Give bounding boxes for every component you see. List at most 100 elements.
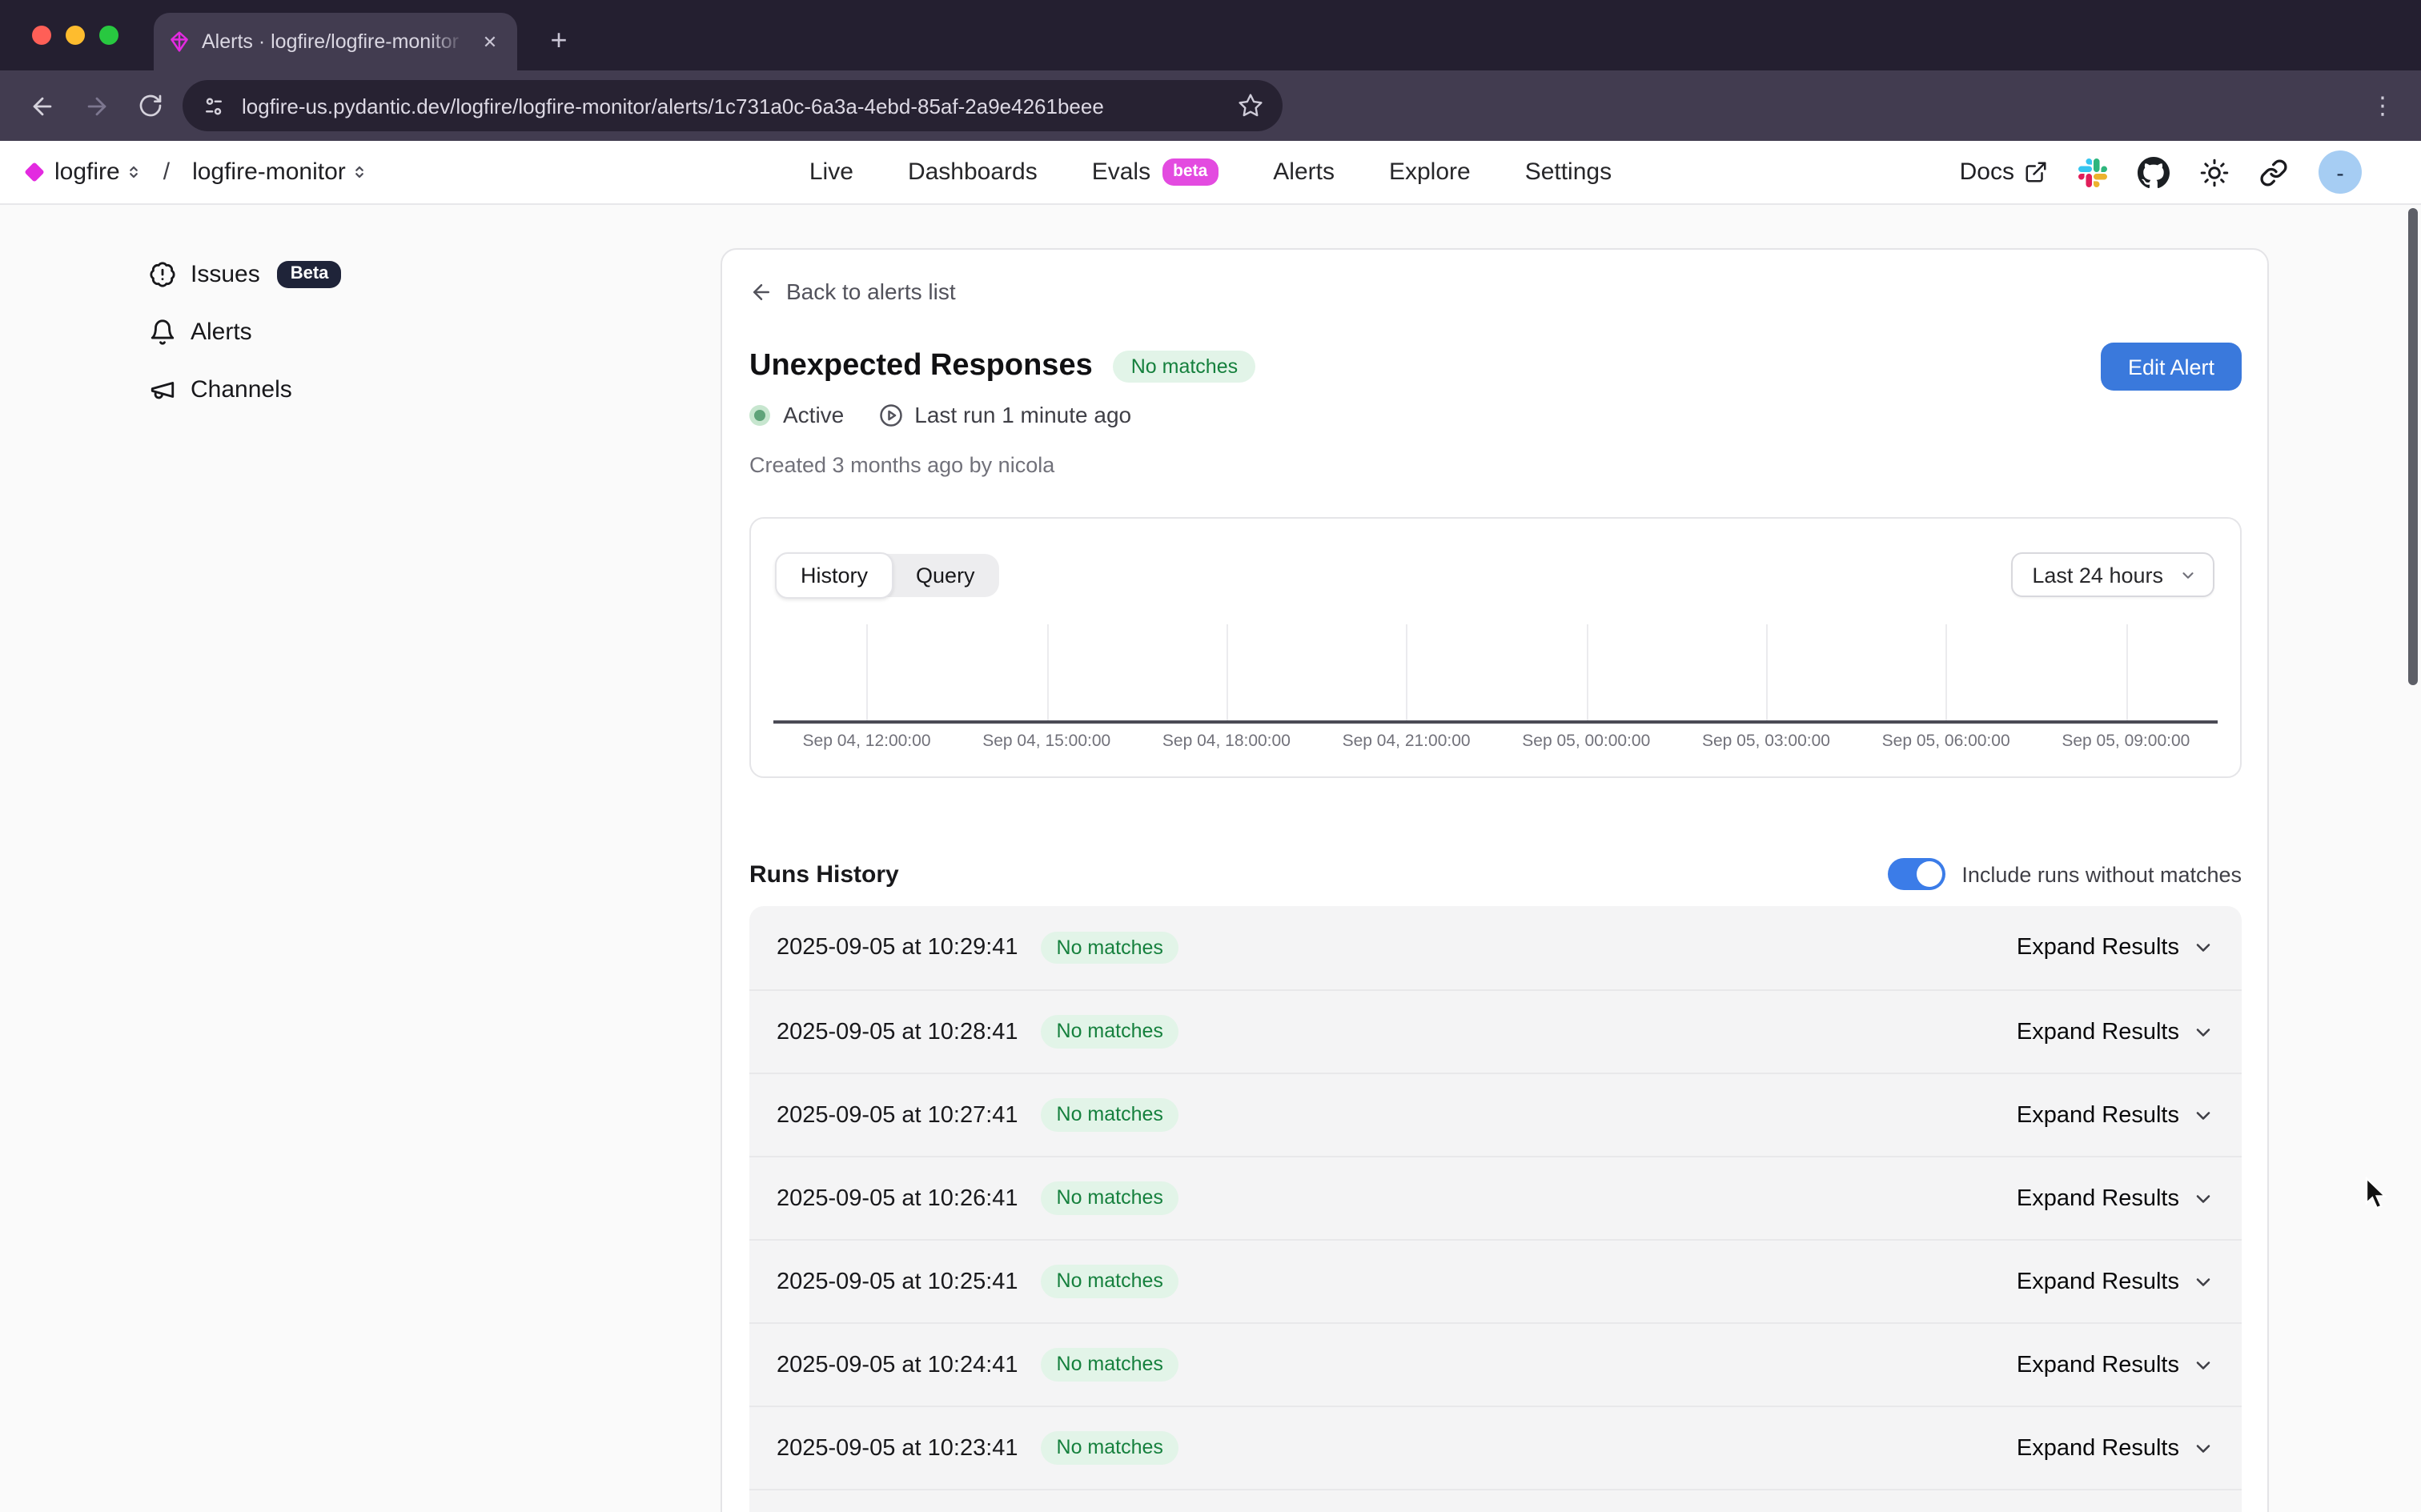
active-label: Active: [783, 402, 844, 427]
alert-title-row: Unexpected Responses No matches: [749, 349, 1255, 384]
run-status-badge: No matches: [1041, 1099, 1179, 1132]
evals-beta-badge: beta: [1162, 159, 1219, 186]
created-by-text: Created 3 months ago by nicola: [749, 453, 1054, 477]
forward-button[interactable]: [74, 83, 118, 128]
bell-icon: [149, 318, 176, 345]
time-range-value: Last 24 hours: [2032, 563, 2163, 587]
back-button[interactable]: [19, 83, 64, 128]
sidebar-item-alerts[interactable]: Alerts: [149, 312, 341, 351]
chevrons-up-down-icon: [352, 163, 367, 181]
org-selector[interactable]: logfire: [54, 158, 141, 186]
back-arrow-icon: [28, 92, 55, 119]
include-runs-toggle[interactable]: [1888, 858, 1945, 890]
run-row: 2025-09-05 at 10:26:41 No matches Expand…: [749, 1156, 2242, 1239]
expand-results-button[interactable]: Expand Results: [2017, 1269, 2214, 1294]
megaphone-icon: [149, 375, 176, 403]
docs-link[interactable]: Docs: [1960, 158, 2048, 186]
run-row: 2025-09-05 at 10:28:41 No matches Expand…: [749, 989, 2242, 1073]
expand-results-button[interactable]: Expand Results: [2017, 1185, 2214, 1211]
run-timestamp: 2025-09-05 at 10:26:41: [777, 1185, 1018, 1211]
nav-item-settings[interactable]: Settings: [1525, 158, 1612, 186]
nav-item-dashboards[interactable]: Dashboards: [908, 158, 1038, 186]
chart-plot-area: [773, 624, 2218, 720]
toggle-label: Include runs without matches: [1961, 862, 2242, 886]
runs-history-title: Runs History: [749, 860, 899, 888]
chart-x-tick-label: Sep 04, 12:00:00: [803, 732, 931, 751]
time-range-select[interactable]: Last 24 hours: [2011, 552, 2214, 597]
nav-item-alerts[interactable]: Alerts: [1273, 158, 1335, 186]
sidebar-item-issues[interactable]: Issues Beta: [149, 255, 341, 293]
org-name: logfire: [54, 158, 120, 186]
close-window-button[interactable]: [32, 26, 51, 45]
tab-title: Alerts · logfire/logfire-monitor: [202, 30, 466, 53]
run-status-badge: No matches: [1041, 1432, 1179, 1465]
external-link-icon: [2024, 160, 2048, 184]
tab-close-icon[interactable]: ✕: [477, 29, 503, 54]
chevron-down-icon: [2192, 1437, 2214, 1459]
user-avatar[interactable]: -: [2319, 150, 2362, 194]
expand-results-button[interactable]: Expand Results: [2017, 1102, 2214, 1128]
chart-gridline: [867, 624, 869, 720]
chart-x-axis-labels: Sep 04, 12:00:00Sep 04, 15:00:00Sep 04, …: [773, 732, 2218, 754]
url-text[interactable]: logfire-us.pydantic.dev/logfire/logfire-…: [242, 94, 1222, 118]
expand-results-button[interactable]: Expand Results: [2017, 935, 2214, 961]
browser-tab[interactable]: Alerts · logfire/logfire-monitor ✕: [154, 13, 517, 70]
chart-x-axis: [773, 720, 2218, 724]
browser-menu-icon[interactable]: ⋮: [2363, 91, 2402, 120]
site-settings-icon[interactable]: [202, 94, 226, 118]
run-timestamp: 2025-09-05 at 10:25:41: [777, 1269, 1018, 1294]
slack-icon[interactable]: [2078, 158, 2107, 186]
history-query-tabs: History Query: [777, 554, 999, 597]
nav-item-explore[interactable]: Explore: [1389, 158, 1471, 186]
project-selector[interactable]: logfire-monitor: [192, 158, 367, 186]
tab-query[interactable]: Query: [892, 554, 999, 597]
chart-gridline: [1946, 624, 1948, 720]
alert-status-row: Active Last run 1 minute ago: [749, 402, 1131, 427]
sidebar: Issues Beta Alerts Channels: [149, 255, 341, 408]
run-timestamp: 2025-09-05 at 10:27:41: [777, 1102, 1018, 1128]
nav-item-live[interactable]: Live: [809, 158, 853, 186]
edit-alert-button[interactable]: Edit Alert: [2101, 343, 2242, 391]
nav-item-label: Dashboards: [908, 158, 1038, 186]
bookmark-star-icon[interactable]: [1238, 93, 1263, 118]
page-title: Unexpected Responses: [749, 349, 1093, 384]
chart-x-tick-label: Sep 05, 00:00:00: [1522, 732, 1650, 751]
run-row: 2025-09-05 at 10:29:41 No matches Expand…: [749, 906, 2242, 989]
expand-results-label: Expand Results: [2017, 1185, 2179, 1211]
nav-item-evals[interactable]: Evalsbeta: [1092, 158, 1219, 186]
theme-sun-icon[interactable]: [2200, 158, 2229, 186]
expand-results-button[interactable]: Expand Results: [2017, 1019, 2214, 1045]
new-tab-button[interactable]: +: [538, 21, 580, 62]
address-bar[interactable]: logfire-us.pydantic.dev/logfire/logfire-…: [183, 80, 1283, 131]
zoom-window-button[interactable]: [99, 26, 118, 45]
tab-strip: Alerts · logfire/logfire-monitor ✕ +: [0, 0, 2421, 70]
expand-results-button[interactable]: Expand Results: [2017, 1352, 2214, 1378]
chevron-down-icon: [2192, 936, 2214, 959]
back-to-alerts-link[interactable]: Back to alerts list: [749, 279, 956, 304]
run-status-badge: No matches: [1041, 1349, 1179, 1382]
page-scrollbar[interactable]: [2408, 208, 2418, 685]
run-status-badge: No matches: [1041, 1265, 1179, 1298]
logfire-logo-icon: [24, 162, 44, 182]
app-navbar: logfire / logfire-monitor Live Dashboards…: [0, 141, 2421, 205]
expand-results-button[interactable]: Expand Results: [2017, 1435, 2214, 1461]
chart-x-tick-label: Sep 05, 06:00:00: [1882, 732, 2010, 751]
chart-gridline: [2126, 624, 2127, 720]
project-name: logfire-monitor: [192, 158, 346, 186]
sidebar-item-channels[interactable]: Channels: [149, 370, 341, 408]
run-row: 2025-09-05 at 10:25:41 No matches Expand…: [749, 1239, 2242, 1322]
run-status-badge: No matches: [1041, 1182, 1179, 1215]
github-icon[interactable]: [2138, 156, 2170, 188]
breadcrumb: logfire / logfire-monitor: [0, 158, 367, 186]
chevrons-up-down-icon: [126, 163, 141, 181]
run-timestamp: 2025-09-05 at 10:23:41: [777, 1435, 1018, 1461]
chart-x-tick-label: Sep 04, 18:00:00: [1162, 732, 1291, 751]
reload-button[interactable]: [128, 83, 173, 128]
browser-toolbar: logfire-us.pydantic.dev/logfire/logfire-…: [0, 70, 2421, 141]
chart-gridline: [1046, 624, 1048, 720]
tab-history[interactable]: History: [775, 552, 893, 599]
arrow-left-icon: [749, 279, 773, 303]
minimize-window-button[interactable]: [66, 26, 85, 45]
share-link-icon[interactable]: [2259, 158, 2288, 186]
navbar-actions: Docs -: [1960, 150, 2421, 194]
